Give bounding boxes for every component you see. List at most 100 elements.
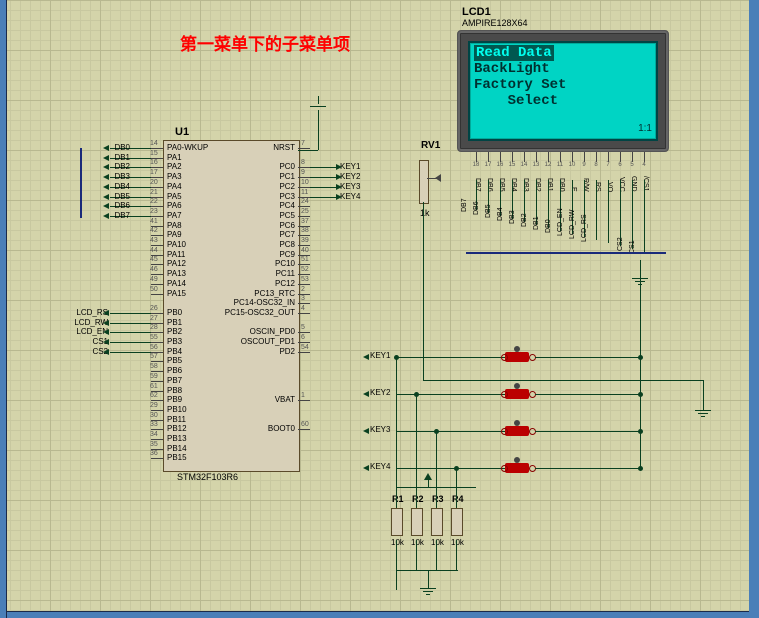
wire bbox=[644, 180, 645, 252]
wire bbox=[535, 394, 640, 395]
pin-number: 49 bbox=[150, 276, 158, 283]
pin-stub bbox=[151, 458, 163, 459]
bus-wire bbox=[80, 148, 82, 218]
key-net-label: KEY4 bbox=[370, 462, 390, 471]
pin-number: 17 bbox=[150, 169, 158, 176]
pin-number: 2 bbox=[301, 286, 305, 293]
pin-number: 4 bbox=[301, 305, 305, 312]
wire bbox=[632, 180, 633, 249]
pin-name: PC7 bbox=[279, 230, 295, 239]
pin-name: PA12 bbox=[167, 259, 186, 268]
mcu-ref: U1 bbox=[175, 126, 189, 138]
pin-name: PA4 bbox=[167, 182, 182, 191]
pin-name: PC5 bbox=[279, 211, 295, 220]
pin-number: 8 bbox=[301, 159, 305, 166]
pin-number: 22 bbox=[150, 198, 158, 205]
pin-name: PA15 bbox=[167, 289, 186, 298]
bus-wire bbox=[466, 252, 666, 254]
arrow-icon bbox=[103, 155, 109, 161]
net-label: KEY3 bbox=[340, 182, 360, 191]
frame-edge bbox=[749, 0, 759, 618]
resistor[interactable] bbox=[411, 508, 423, 536]
pin-name: PB3 bbox=[167, 337, 182, 346]
pin-number: 53 bbox=[301, 276, 309, 283]
pin-number: 39 bbox=[301, 237, 309, 244]
junction-dot bbox=[638, 392, 643, 397]
pin-number: 61 bbox=[150, 383, 158, 390]
rv-body[interactable] bbox=[419, 160, 429, 204]
arrow-icon bbox=[103, 349, 109, 355]
pin-number: 6 bbox=[301, 334, 305, 341]
wire bbox=[310, 167, 338, 168]
arrow-icon bbox=[103, 329, 109, 335]
pin-name: PA6 bbox=[167, 201, 182, 210]
net-label: CS1 bbox=[68, 337, 108, 346]
push-button[interactable] bbox=[505, 426, 529, 436]
arrow-icon bbox=[103, 194, 109, 200]
wire bbox=[640, 431, 641, 468]
button-terminal bbox=[501, 465, 508, 472]
net-label: DB7 bbox=[461, 198, 468, 212]
wire bbox=[436, 540, 437, 570]
net-label: DB6 bbox=[90, 201, 130, 210]
net-label: DB5 bbox=[90, 192, 130, 201]
net-label: DB4 bbox=[497, 207, 504, 221]
pin-number: 16 bbox=[150, 159, 158, 166]
pin-name: PC14-OSC32_IN bbox=[234, 298, 295, 307]
pin-name: PB10 bbox=[167, 405, 187, 414]
button-plunger-icon bbox=[514, 457, 520, 463]
arrow-icon bbox=[103, 145, 109, 151]
resistor-ref: R2 bbox=[412, 494, 424, 504]
pin-number: 15 bbox=[150, 150, 158, 157]
pin-stub bbox=[298, 148, 310, 149]
button-plunger-icon bbox=[514, 383, 520, 389]
pin-number: 24 bbox=[301, 198, 309, 205]
net-label: LCD_RS bbox=[581, 214, 588, 242]
wire bbox=[436, 488, 437, 508]
resistor[interactable] bbox=[431, 508, 443, 536]
wire bbox=[535, 357, 640, 358]
net-label: KEY1 bbox=[340, 162, 360, 171]
pin-name: PC9 bbox=[279, 250, 295, 259]
resistor-ref: R3 bbox=[432, 494, 444, 504]
pin-number: 23 bbox=[150, 208, 158, 215]
pin-name: PA7 bbox=[167, 211, 182, 220]
key-net-label: KEY1 bbox=[370, 351, 390, 360]
pin-name: PA11 bbox=[167, 250, 185, 259]
pin-name: PA0-WKUP bbox=[167, 143, 208, 152]
arrow-icon bbox=[336, 184, 342, 190]
arrow-icon bbox=[103, 320, 109, 326]
mcu-part: STM32F103R6 bbox=[177, 472, 238, 482]
key-net-label: KEY3 bbox=[370, 425, 390, 434]
pin-number: 51 bbox=[301, 256, 309, 263]
net-label: LCD_EN bbox=[68, 327, 108, 336]
lcd-component[interactable]: Read Data BackLight Factory Set Select 1… bbox=[457, 30, 669, 152]
resistor-ref: R4 bbox=[452, 494, 464, 504]
net-label: DB4 bbox=[90, 182, 130, 191]
pin-number: 50 bbox=[150, 286, 158, 293]
pin-number: 36 bbox=[150, 450, 158, 457]
pin-name: PB12 bbox=[167, 424, 187, 433]
pin-name: PB15 bbox=[167, 453, 187, 462]
pin-name: PC10 bbox=[275, 259, 295, 268]
push-button[interactable] bbox=[505, 352, 529, 362]
resistor[interactable] bbox=[451, 508, 463, 536]
pin-number: 5 bbox=[301, 324, 305, 331]
power-arrow-icon bbox=[424, 473, 432, 480]
pin-stub bbox=[151, 294, 163, 295]
resistor[interactable] bbox=[391, 508, 403, 536]
wire bbox=[110, 352, 151, 353]
pin-number: 41 bbox=[150, 218, 158, 225]
wire bbox=[456, 468, 457, 487]
pin-name: PC13_RTC bbox=[254, 289, 295, 298]
rv-ref: RV1 bbox=[421, 140, 440, 151]
pin-stub bbox=[298, 400, 310, 401]
pin-name: PD2 bbox=[279, 347, 295, 356]
wire bbox=[423, 202, 424, 380]
push-button[interactable] bbox=[505, 389, 529, 399]
net-label: DB1 bbox=[533, 216, 540, 230]
push-button[interactable] bbox=[505, 463, 529, 473]
pin-number: 55 bbox=[150, 334, 158, 341]
arrow-icon bbox=[363, 428, 369, 434]
frame-inner bbox=[6, 0, 7, 618]
